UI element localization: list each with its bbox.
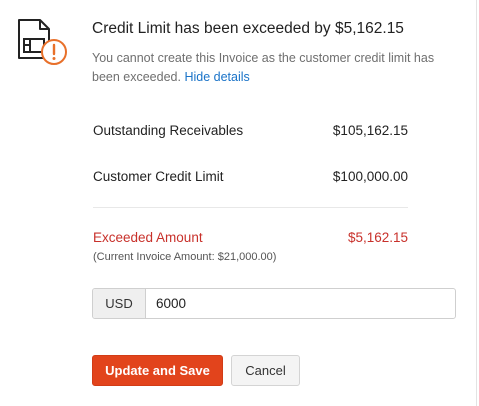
outstanding-receivables-value: $105,162.15: [332, 123, 408, 138]
currency-label: USD: [93, 289, 146, 318]
update-and-save-button[interactable]: Update and Save: [92, 355, 223, 386]
credit-amount-input[interactable]: [146, 289, 455, 318]
customer-credit-limit-value: $100,000.00: [332, 169, 408, 184]
outstanding-receivables-row: Outstanding Receivables $105,162.15: [93, 123, 408, 138]
exceeded-amount-value: $5,162.15: [347, 230, 408, 245]
current-invoice-amount-note: (Current Invoice Amount: $21,000.00): [93, 251, 277, 263]
exceeded-amount-row: Exceeded Amount $5,162.15: [93, 230, 408, 245]
hide-details-link[interactable]: Hide details: [184, 70, 249, 84]
credit-amount-field: USD: [92, 288, 456, 319]
customer-credit-limit-row: Customer Credit Limit $100,000.00: [93, 169, 408, 184]
credit-limit-dialog: Credit Limit has been exceeded by $5,162…: [0, 0, 477, 406]
cancel-button[interactable]: Cancel: [231, 355, 300, 386]
dialog-message: You cannot create this Invoice as the cu…: [92, 49, 452, 87]
exceeded-amount-label: Exceeded Amount: [93, 230, 203, 245]
customer-credit-limit-label: Customer Credit Limit: [93, 169, 224, 184]
dialog-message-text: You cannot create this Invoice as the cu…: [92, 51, 435, 84]
outstanding-receivables-label: Outstanding Receivables: [93, 123, 244, 138]
divider: [93, 207, 408, 208]
dialog-title: Credit Limit has been exceeded by $5,162…: [92, 20, 404, 37]
invoice-warning-icon: [16, 18, 72, 74]
